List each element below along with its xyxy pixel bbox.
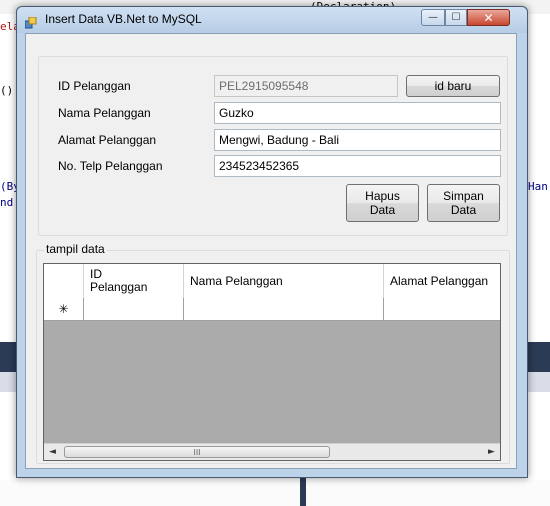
maximize-button[interactable]: ☐ xyxy=(445,9,467,26)
new-row-indicator-icon: ✳ xyxy=(44,298,84,320)
column-header-id-pelanggan[interactable]: ID Pelanggan xyxy=(84,264,184,298)
simpan-button-label: Simpan xyxy=(443,189,484,203)
grid-cell[interactable] xyxy=(84,298,184,320)
hapus-data-button[interactable]: Hapus Data xyxy=(346,184,419,222)
hapus-button-label: Data xyxy=(369,203,396,217)
grid-header: ID Pelanggan Nama Pelanggan Alamat Pelan… xyxy=(44,264,500,299)
simpan-button-label: Data xyxy=(450,203,477,217)
alamat-pelanggan-label: Alamat Pelanggan xyxy=(58,133,157,147)
id-pelanggan-label: ID Pelanggan xyxy=(58,79,131,93)
background-ide-divider xyxy=(300,478,306,506)
minimize-icon: — xyxy=(428,12,438,23)
scroll-left-icon[interactable]: ◄ xyxy=(44,444,61,460)
telp-pelanggan-field[interactable]: 234523452365 xyxy=(214,155,501,177)
background-ide-bottom xyxy=(0,480,550,506)
close-button[interactable]: ✕ xyxy=(467,9,510,26)
id-baru-button[interactable]: id baru xyxy=(406,75,500,97)
id-pelanggan-field[interactable]: PEL2915095548 xyxy=(214,75,398,97)
grid-new-row[interactable]: ✳ xyxy=(44,298,500,321)
alamat-pelanggan-field[interactable]: Mengwi, Badung - Bali xyxy=(214,129,501,151)
close-icon: ✕ xyxy=(483,10,494,25)
app-icon xyxy=(24,14,37,29)
hapus-button-label: Hapus xyxy=(365,189,400,203)
column-header-nama-pelanggan[interactable]: Nama Pelanggan xyxy=(184,264,384,298)
title-bar[interactable]: Insert Data VB.Net to MySQL — ☐ ✕ xyxy=(17,7,527,33)
tampil-data-label: tampil data xyxy=(44,242,107,256)
horizontal-scrollbar[interactable]: ◄ III ► xyxy=(44,443,500,460)
maximize-icon: ☐ xyxy=(451,12,461,23)
grid-cell[interactable] xyxy=(184,298,384,320)
background-code-text: Han xyxy=(528,180,548,193)
nama-pelanggan-field[interactable]: Guzko xyxy=(214,102,501,124)
main-window: Insert Data VB.Net to MySQL — ☐ ✕ ID Pel… xyxy=(16,6,528,478)
simpan-data-button[interactable]: Simpan Data xyxy=(427,184,500,222)
minimize-button[interactable]: — xyxy=(421,9,445,26)
scrollbar-thumb[interactable]: III xyxy=(64,446,330,458)
background-code-text: () xyxy=(0,84,14,97)
grid-cell[interactable] xyxy=(384,298,500,320)
data-grid[interactable]: ID Pelanggan Nama Pelanggan Alamat Pelan… xyxy=(43,263,501,461)
grid-row-header-corner[interactable] xyxy=(44,264,84,298)
window-title: Insert Data VB.Net to MySQL xyxy=(45,12,202,26)
scroll-right-icon[interactable]: ► xyxy=(483,444,500,460)
nama-pelanggan-label: Nama Pelanggan xyxy=(58,106,151,120)
background-code-text: nd xyxy=(0,196,14,209)
scrollbar-grip-icon: III xyxy=(193,447,201,457)
form-client-area: ID Pelanggan PEL2915095548 id baru Nama … xyxy=(25,33,517,469)
telp-pelanggan-label: No. Telp Pelanggan xyxy=(58,159,163,173)
column-header-alamat-pelanggan[interactable]: Alamat Pelanggan xyxy=(384,264,500,298)
